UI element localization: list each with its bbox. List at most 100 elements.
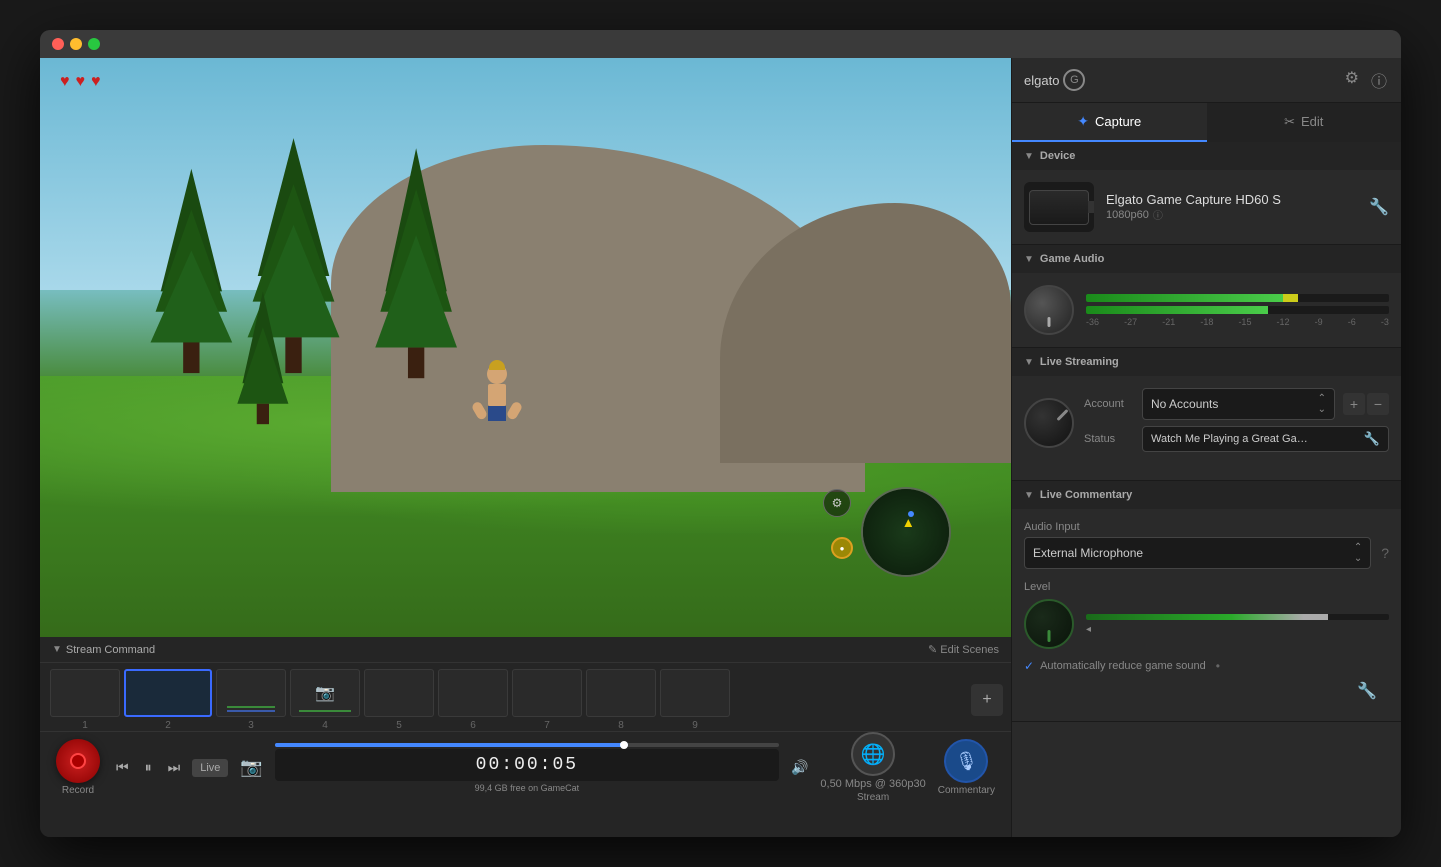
commentary-section-body: Audio Input External Microphone ⌃⌄ ? Lev… (1012, 509, 1401, 721)
scene-2[interactable]: 2 (124, 669, 212, 731)
scene-9-thumb[interactable] (660, 669, 730, 717)
edit-scenes-label: ✎ Edit Scenes (928, 643, 999, 656)
scene-2-thumb[interactable] (124, 669, 212, 717)
scene-8[interactable]: 8 (586, 669, 656, 731)
stream-command-title: ▼ Stream Command (52, 644, 155, 656)
scene-7[interactable]: 7 (512, 669, 582, 731)
meter-label-9: -9 (1315, 317, 1323, 327)
stream-area: 🌐 0,50 Mbps @ 360p30 Stream (820, 732, 925, 803)
maximize-button[interactable] (88, 38, 100, 50)
audio-input-select[interactable]: External Microphone ⌃⌄ (1024, 537, 1371, 569)
status-settings-icon[interactable]: 🔧 (1364, 431, 1380, 447)
hearts-hud: ♥ ♥ ♥ (60, 73, 101, 91)
status-label: Status (1084, 433, 1134, 445)
main-content: ♥ ♥ ♥ (40, 58, 1401, 837)
screenshot-button[interactable]: 📷 (240, 757, 262, 778)
timeline-track[interactable] (275, 743, 779, 747)
timeline-progress (275, 743, 628, 747)
traffic-lights (52, 38, 100, 50)
scene-5[interactable]: 5 (364, 669, 434, 731)
brand-name: elgato (1024, 73, 1059, 88)
timecode-sub: 99,4 GB free on GameCat (275, 783, 779, 793)
header-icons: ⚙ ⓘ (1343, 66, 1389, 94)
forward-button[interactable]: ⏭ (164, 757, 185, 778)
heart-1: ♥ (60, 73, 70, 91)
elgato-brand: elgato G (1024, 69, 1085, 91)
minimap-marker (904, 519, 912, 527)
volume-icon[interactable]: 🔊 (791, 759, 808, 776)
scene-1-thumb[interactable] (50, 669, 120, 717)
timeline-bar (275, 743, 779, 747)
playback-controls: ⏮ ⏸ ⏭ Live (112, 757, 228, 778)
timeline-handle[interactable] (620, 741, 628, 749)
streaming-row: Account No Accounts ⌃⌄ + − (1024, 388, 1389, 458)
live-button[interactable]: Live (192, 759, 228, 777)
minimap (861, 487, 951, 577)
account-remove-button[interactable]: − (1367, 393, 1389, 415)
capture-tab-label: Capture (1095, 114, 1141, 129)
live-streaming-section: ▼ Live Streaming Account No Acco (1012, 348, 1401, 481)
pause-button[interactable]: ⏸ (141, 757, 156, 778)
tab-edit[interactable]: ✂ Edit (1207, 103, 1402, 142)
device-info-icon[interactable]: ⓘ (1153, 207, 1163, 222)
scene-4-num: 4 (322, 720, 328, 731)
record-label: Record (62, 785, 94, 796)
info-button[interactable]: ⓘ (1369, 66, 1389, 94)
record-button[interactable] (56, 739, 100, 783)
streaming-section-arrow: ▼ (1024, 357, 1034, 368)
scene-9[interactable]: 9 (660, 669, 730, 731)
live-commentary-header: ▼ Live Commentary (1012, 481, 1401, 509)
scene-1[interactable]: 1 (50, 669, 120, 731)
hud-item-1: ⚙ (823, 489, 851, 517)
account-select[interactable]: No Accounts ⌃⌄ (1142, 388, 1335, 420)
globe-icon: 🌐 (861, 742, 886, 767)
auto-reduce-checkbox[interactable]: ✓ (1024, 659, 1034, 673)
rewind-button[interactable]: ⏮ (112, 757, 133, 778)
close-button[interactable] (52, 38, 64, 50)
commentary-label: Commentary (938, 785, 995, 796)
audio-input-label: Audio Input (1024, 521, 1389, 533)
audio-help-icon[interactable]: ? (1381, 545, 1389, 561)
scene-6[interactable]: 6 (438, 669, 508, 731)
scene-6-thumb[interactable] (438, 669, 508, 717)
scene-8-thumb[interactable] (586, 669, 656, 717)
meter-fill-1 (1086, 294, 1283, 302)
timecode-display: 00:00:05 (275, 749, 779, 781)
scene-5-thumb[interactable] (364, 669, 434, 717)
stream-button[interactable]: 🌐 (851, 732, 895, 776)
tab-capture[interactable]: ✦ Capture (1012, 103, 1207, 142)
commentary-button[interactable]: 🎙 (944, 739, 988, 783)
scene-3-thumb[interactable] (216, 669, 286, 717)
meter-area: -36 -27 -21 -18 -15 -12 -9 -6 -3 (1086, 294, 1389, 327)
scene-3[interactable]: 3 (216, 669, 286, 731)
device-settings-icon[interactable]: 🔧 (1369, 197, 1389, 217)
scene-4[interactable]: 📷 4 (290, 669, 360, 731)
edit-scenes-button[interactable]: ✎ Edit Scenes (928, 643, 999, 656)
streaming-knob[interactable] (1024, 398, 1074, 448)
account-add-button[interactable]: + (1343, 393, 1365, 415)
meter-label-15: -15 (1238, 317, 1251, 327)
meter-label-21: -21 (1162, 317, 1175, 327)
meter-track-2 (1086, 306, 1389, 314)
char-body (488, 384, 506, 406)
char-head (487, 364, 507, 384)
audio-visualizer: -36 -27 -21 -18 -15 -12 -9 -6 -3 (1024, 285, 1389, 335)
minimize-button[interactable] (70, 38, 82, 50)
audio-knob[interactable] (1024, 285, 1074, 335)
char-pants (488, 406, 506, 421)
scene-4-thumb[interactable]: 📷 (290, 669, 360, 717)
level-knob[interactable] (1024, 599, 1074, 649)
video-area: ♥ ♥ ♥ (40, 58, 1011, 637)
add-scene-button[interactable]: + (971, 684, 1003, 716)
timeline-area: 00:00:05 99,4 GB free on GameCat (275, 743, 779, 793)
meter-label-27: -27 (1124, 317, 1137, 327)
right-content: ▼ Device Elgato Game Capture HD60 S 1080 (1012, 142, 1401, 837)
scene-1-num: 1 (82, 720, 88, 731)
auto-reduce-info-icon[interactable]: • (1216, 659, 1220, 673)
meter-label-36: -36 (1086, 317, 1099, 327)
settings-button[interactable]: ⚙ (1343, 66, 1361, 94)
level-meter-fill (1086, 614, 1328, 620)
commentary-settings-icon[interactable]: 🔧 (1357, 681, 1377, 701)
scene-7-thumb[interactable] (512, 669, 582, 717)
status-input[interactable]: Watch Me Playing a Great Game 🔧 (1142, 426, 1389, 452)
